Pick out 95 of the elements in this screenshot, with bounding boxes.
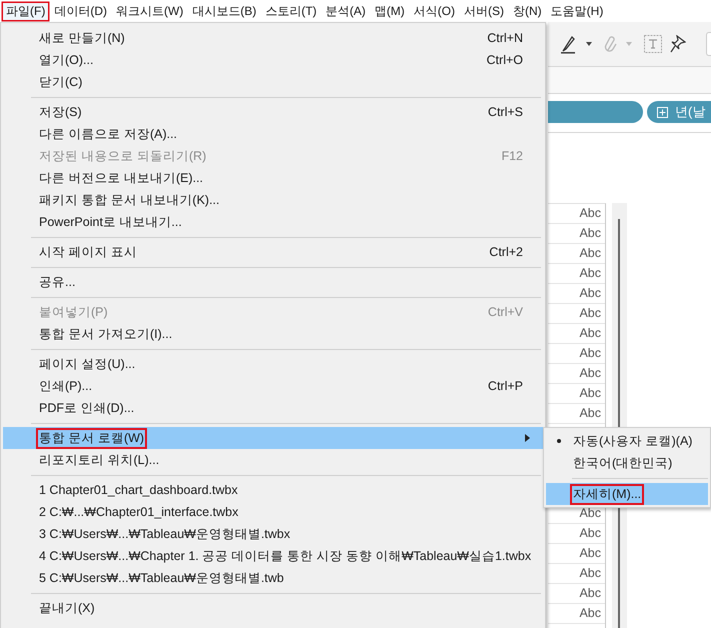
menu-item[interactable]: 통합 문서 가져오기(I)...	[3, 323, 543, 345]
pen-icon[interactable]	[560, 34, 578, 54]
table-cell: Abc	[548, 344, 605, 364]
menu-bar-item[interactable]: 워크시트(W)	[112, 2, 188, 20]
pill-label: 년(날	[675, 103, 706, 121]
submenu-arrow-icon	[525, 434, 530, 442]
paperclip-icon[interactable]	[604, 34, 618, 54]
table-cell: Abc	[548, 384, 605, 404]
menu-item-label: 1 Chapter01_chart_dashboard.twbx	[38, 482, 239, 499]
menu-item[interactable]: 끝내기(X)	[3, 597, 543, 619]
menu-bar-item[interactable]: 대시보드(B)	[188, 2, 260, 20]
menu-item[interactable]: 열기(O)... Ctrl+O	[3, 49, 543, 71]
menu-item[interactable]: 5 C:₩Users₩...₩Tableau₩운영형태별.twb	[3, 567, 543, 589]
menu-item-label: 다른 버전으로 내보내기(E)...	[38, 170, 204, 187]
menu-item-label: 통합 문서 로캘(W)	[36, 428, 148, 448]
menu-item-label: 공유...	[38, 274, 76, 290]
table-cell: Abc	[548, 204, 605, 224]
table-cell: Abc	[548, 584, 605, 604]
menu-item-label: 한국어(대한민국)	[572, 454, 674, 472]
menu-item[interactable]: 4 C:₩Users₩...₩Chapter 1. 공공 데이터를 통한 시장 동향 이해₩Tableau₩실습1.twbx	[3, 545, 543, 567]
menu-item[interactable]: 닫기(C)	[3, 71, 543, 93]
shortcut-label: Ctrl+2	[489, 245, 523, 259]
menu-item[interactable]: 공유...	[3, 271, 543, 293]
menu-item-label: 자세히(M)...	[570, 484, 644, 504]
menu-item-label: 4 C:₩Users₩...₩Chapter 1. 공공 데이터를 통한 시장 동향 이해₩Tableau₩실습1.twbx	[38, 548, 532, 565]
menu-item-label: 저장(S)	[38, 104, 83, 121]
menu-item[interactable]: 1 Chapter01_chart_dashboard.twbx	[3, 479, 543, 501]
menu-item[interactable]: 패키지 통합 문서 내보내기(K)...	[3, 189, 543, 211]
table-cell: Abc	[548, 324, 605, 344]
menu-item-label: 시작 페이지 표시	[38, 244, 138, 260]
table-cell: Abc	[548, 544, 605, 564]
table-cell: Abc	[548, 224, 605, 244]
menu-item[interactable]: PowerPoint로 내보내기...	[3, 211, 543, 233]
menu-item-label: 페이지 설정(U)...	[38, 356, 136, 373]
table-cell: Abc	[548, 364, 605, 384]
table-cell: Abc	[548, 284, 605, 304]
pin-icon[interactable]	[670, 35, 686, 53]
shortcut-label: Ctrl+O	[486, 53, 523, 67]
shortcut-label: Ctrl+N	[487, 31, 523, 45]
table-cell: Abc	[548, 524, 605, 544]
menu-item-label: 5 C:₩Users₩...₩Tableau₩운영형태별.twb	[38, 570, 285, 586]
menu-bar-item[interactable]: 서버(S)	[460, 2, 508, 20]
menu-bar-item[interactable]: 창(N)	[508, 2, 546, 20]
menu-item-label: 3 C:₩Users₩...₩Tableau₩운영형태별.twbx	[38, 526, 292, 542]
menu-item[interactable]: 인쇄(P)... Ctrl+P	[3, 375, 543, 397]
table-cell: Abc	[548, 244, 605, 264]
menu-item[interactable]: 리포지토리 위치(L)...	[3, 449, 543, 471]
menu-item-label: 통합 문서 가져오기(I)...	[38, 326, 174, 343]
menu-item[interactable]: 시작 페이지 표시 Ctrl+2	[3, 241, 543, 263]
menu-item-label: 인쇄(P)...	[38, 378, 94, 395]
menu-item[interactable]: 다른 버전으로 내보내기(E)...	[3, 167, 543, 189]
menu-item-label: 자동(사용자 로캘)(A)	[572, 432, 694, 450]
menu-item[interactable]: PDF로 인쇄(D)...	[3, 397, 543, 419]
menu-item-label: 2 C:₩...₩Chapter01_interface.twbx	[38, 504, 240, 521]
shortcut-label: Ctrl+P	[488, 379, 523, 393]
menu-item[interactable]: 페이지 설정(U)...	[3, 353, 543, 375]
menu-item[interactable]: 다른 이름으로 저장(A)...	[3, 123, 543, 145]
table-cell: Abc	[548, 604, 605, 624]
menu-item-label: 닫기(C)	[38, 74, 84, 91]
text-box-icon[interactable]	[644, 35, 662, 53]
menu-item-label: PDF로 인쇄(D)...	[38, 400, 136, 417]
menu-item[interactable]: 2 C:₩...₩Chapter01_interface.twbx	[3, 501, 543, 523]
menu-item-label: 패키지 통합 문서 내보내기(K)...	[38, 192, 220, 209]
menu-item-label: 다른 이름으로 저장(A)...	[38, 126, 178, 143]
menu-item-label: PowerPoint로 내보내기...	[38, 214, 183, 230]
table-cell: Abc	[548, 264, 605, 284]
menu-item-label: 끝내기(X)	[38, 600, 96, 617]
menu-bar-item[interactable]: 파일(F)	[2, 2, 50, 20]
shortcut-label: Ctrl+V	[488, 305, 523, 319]
plus-box-icon[interactable]	[657, 106, 668, 118]
caret-icon[interactable]	[586, 42, 592, 46]
menu-item-label: 새로 만들기(N)	[38, 30, 126, 47]
menu-item[interactable]: 저장(S) Ctrl+S	[3, 101, 543, 123]
pill[interactable]	[548, 101, 643, 123]
shortcut-label: F12	[501, 149, 523, 163]
menu-item-label: 열기(O)...	[38, 52, 94, 69]
menu-item[interactable]: 자세히(M)...	[546, 483, 708, 505]
table-cell: Abc	[548, 304, 605, 324]
shortcut-label: Ctrl+S	[488, 105, 523, 119]
menu-bar-item[interactable]: 맵(M)	[370, 2, 409, 20]
table-cell: Abc	[548, 404, 605, 424]
menu-bar-item[interactable]: 서식(O)	[410, 2, 459, 20]
menu-item-label: 저장된 내용으로 되돌리기(R)	[38, 148, 208, 165]
menu-bar-item[interactable]: 데이터(D)	[50, 2, 111, 20]
menu-bar-item[interactable]: 분석(A)	[322, 2, 370, 20]
menu-item-label: 붙여넣기(P)	[38, 304, 109, 321]
menu-bar-item[interactable]: 도움말(H)	[546, 2, 608, 20]
menu-item[interactable]: 새로 만들기(N) Ctrl+N	[3, 27, 543, 49]
table-cell: Abc	[548, 564, 605, 584]
menu-item[interactable]: 한국어(대한민국)	[546, 452, 708, 474]
menu-item[interactable]: 자동(사용자 로캘)(A)	[546, 430, 708, 452]
menu-item[interactable]: 통합 문서 로캘(W)	[3, 427, 543, 449]
menu-bar-item[interactable]: 스토리(T)	[261, 2, 321, 20]
menu-item-label: 리포지토리 위치(L)...	[38, 452, 160, 469]
menu-item[interactable]: 3 C:₩Users₩...₩Tableau₩운영형태별.twbx	[3, 523, 543, 545]
